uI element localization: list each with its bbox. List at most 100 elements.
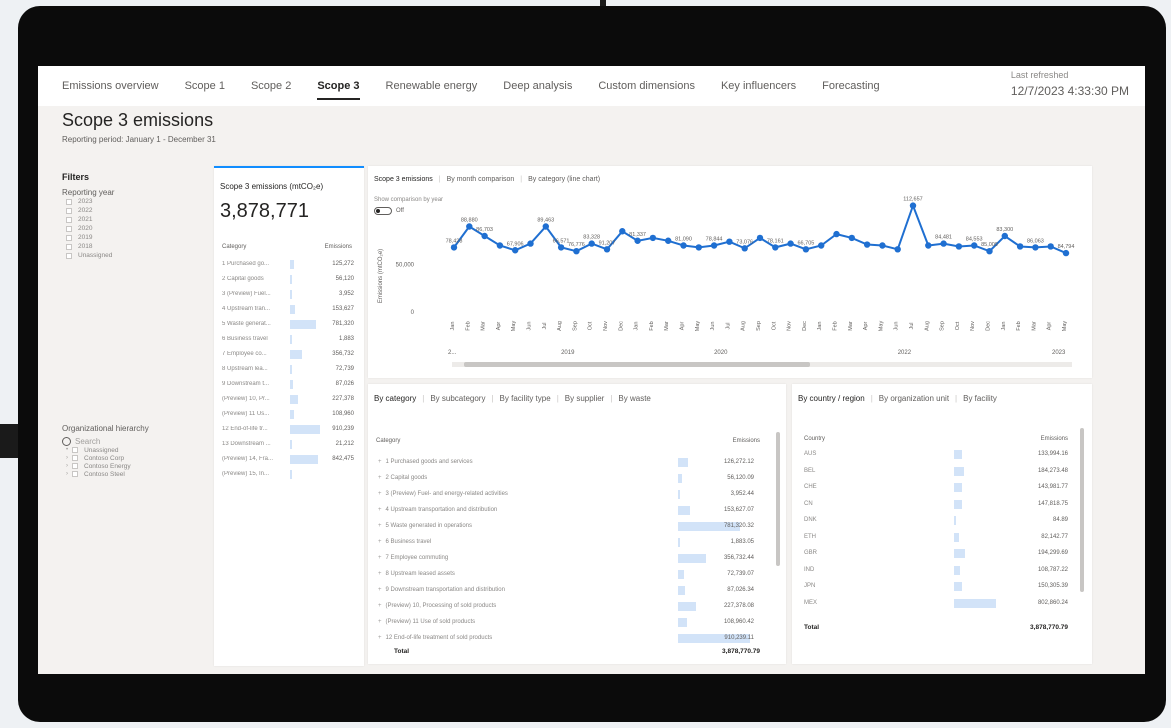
country-row[interactable]: IND 108,787.22 [804, 564, 1068, 577]
expand-icon[interactable]: + [378, 587, 382, 593]
hierarchy-item[interactable]: › Contoso Corp [66, 454, 212, 462]
category-row[interactable]: +6 Business travel 1,883.05 [378, 536, 754, 549]
data-point[interactable] [848, 234, 855, 242]
org-hierarchy-search[interactable]: Search [62, 437, 212, 446]
year-option[interactable]: 2019 [66, 233, 212, 242]
expand-icon[interactable]: + [378, 555, 382, 561]
tab-by-organization-unit[interactable]: By organization unit [879, 394, 949, 403]
kpi-row[interactable]: 8 Upstream lea... 72,739 [222, 363, 354, 378]
kpi-row[interactable]: 2 Capital goods 56,120 [222, 273, 354, 288]
country-row[interactable]: CHE 143,981.77 [804, 481, 1068, 494]
data-point[interactable] [925, 242, 932, 249]
country-row[interactable]: DNK 84.89 [804, 514, 1068, 527]
kpi-row[interactable]: 3 (Preview) Fuel... 3,952 [222, 288, 354, 303]
category-row[interactable]: +12 End-of-life treatment of sold produc… [378, 632, 754, 645]
year-option[interactable]: 2023 [66, 197, 212, 206]
data-point[interactable] [1047, 243, 1054, 250]
data-point[interactable] [557, 244, 565, 251]
hierarchy-item[interactable]: › Contoso Energy [66, 462, 212, 470]
kpi-row[interactable]: (Preview) 15, In... [222, 468, 354, 483]
tab-by-facility[interactable]: By facility [963, 394, 997, 403]
expand-icon[interactable]: + [378, 539, 382, 545]
category-row[interactable]: +4 Upstream transportation and distribut… [378, 504, 754, 517]
tab-by-supplier[interactable]: By supplier [565, 394, 605, 403]
expand-icon[interactable]: + [378, 635, 382, 641]
data-point[interactable] [695, 244, 702, 251]
category-row[interactable]: +2 Capital goods 56,120.09 [378, 472, 754, 485]
tab-deep-analysis[interactable]: Deep analysis [503, 66, 572, 106]
data-point[interactable] [542, 223, 549, 230]
expand-icon[interactable]: + [378, 507, 382, 513]
expand-icon[interactable]: + [378, 459, 382, 465]
kpi-row[interactable]: 7 Employee co... 356,732 [222, 348, 354, 363]
checkbox[interactable] [66, 216, 72, 223]
country-row[interactable]: ETH 82,142.77 [804, 531, 1068, 544]
kpi-row[interactable]: 9 Downstream t... 87,026 [222, 378, 354, 393]
category-row[interactable]: +8 Upstream leased assets 72,739.07 [378, 568, 754, 581]
tab-emissions-overview[interactable]: Emissions overview [62, 66, 159, 106]
category-row[interactable]: +1 Purchased goods and services 126,272.1… [378, 456, 754, 469]
checkbox[interactable] [72, 471, 78, 477]
data-point[interactable] [940, 240, 947, 247]
checkbox[interactable] [66, 243, 72, 250]
tab-scope-3[interactable]: Scope 3 [317, 66, 360, 106]
category-row[interactable]: + (Preview) 11 Use of sold products 108,96… [378, 616, 754, 629]
data-point[interactable] [986, 248, 993, 255]
checkbox[interactable] [66, 234, 72, 241]
tab-key-influencers[interactable]: Key influencers [721, 66, 796, 106]
kpi-row[interactable]: (Preview) 11 Us... 108,960 [222, 408, 354, 423]
data-point[interactable] [573, 248, 580, 255]
data-point[interactable] [955, 243, 963, 250]
data-point[interactable] [726, 238, 733, 245]
category-row[interactable]: +9 Downstream transportation and distrib… [378, 584, 754, 597]
kpi-row[interactable]: 1 Purchased go... 125,272 [222, 258, 354, 273]
kpi-row[interactable]: 12 End-of-life tr... 910,239 [222, 423, 354, 438]
year-option[interactable]: 2020 [66, 224, 212, 233]
data-point[interactable] [879, 242, 886, 249]
data-point[interactable] [909, 202, 917, 209]
kpi-row[interactable]: (Preview) 14, Fra... 842,475 [222, 453, 354, 468]
country-row[interactable]: CN 147,818.75 [804, 498, 1068, 511]
data-point[interactable] [619, 228, 626, 235]
category-row[interactable]: +7 Employee commuting 356,732.44 [378, 552, 754, 565]
data-point[interactable] [1016, 243, 1024, 250]
data-point[interactable] [756, 234, 764, 242]
expand-icon[interactable]: + [378, 475, 382, 481]
kpi-row[interactable]: 13 Downstream ... 21,212 [222, 438, 354, 453]
data-point[interactable] [527, 240, 534, 247]
checkbox[interactable] [66, 225, 72, 232]
tab-by-country-region[interactable]: By country / region [798, 394, 865, 403]
kpi-row[interactable]: 5 Waste generat... 781,320 [222, 318, 354, 333]
data-point[interactable] [450, 244, 458, 251]
kpi-row[interactable]: 4 Upstream tran... 153,627 [222, 303, 354, 318]
data-point[interactable] [481, 232, 488, 240]
data-point[interactable] [1062, 249, 1070, 257]
kpi-row[interactable]: 6 Business travel 1,883 [222, 333, 354, 348]
data-point[interactable] [787, 240, 794, 247]
year-option[interactable]: 2022 [66, 206, 212, 215]
data-point[interactable] [680, 242, 687, 249]
checkbox[interactable] [72, 455, 78, 461]
chart-scroll-thumb[interactable] [464, 362, 810, 367]
checkbox[interactable] [72, 447, 79, 453]
hierarchy-item[interactable]: › Contoso Steel [66, 470, 212, 478]
tab-by-category[interactable]: By category [374, 394, 416, 403]
year-option[interactable]: 2018 [66, 242, 212, 251]
checkbox[interactable] [66, 198, 72, 205]
expand-icon[interactable]: + [378, 491, 382, 497]
data-point[interactable] [863, 241, 871, 248]
expand-icon[interactable]: + [378, 523, 382, 529]
data-point[interactable] [818, 242, 825, 249]
category-row[interactable]: +3 (Preview) Fuel- and energy-related ac… [378, 488, 754, 501]
country-row[interactable]: GBR 194,299.69 [804, 547, 1068, 560]
tab-forecasting[interactable]: Forecasting [822, 66, 879, 106]
data-point[interactable] [603, 246, 611, 253]
tab-by-waste[interactable]: By waste [618, 394, 650, 403]
hierarchy-item[interactable]: • Unassigned [66, 446, 212, 454]
data-point[interactable] [971, 242, 978, 249]
data-point[interactable] [496, 242, 504, 249]
category-row[interactable]: +5 Waste generated in operations 781,320.… [378, 520, 754, 533]
data-point[interactable] [466, 223, 473, 230]
country-scrollbar[interactable] [1080, 428, 1084, 592]
year-option[interactable]: 2021 [66, 215, 212, 224]
